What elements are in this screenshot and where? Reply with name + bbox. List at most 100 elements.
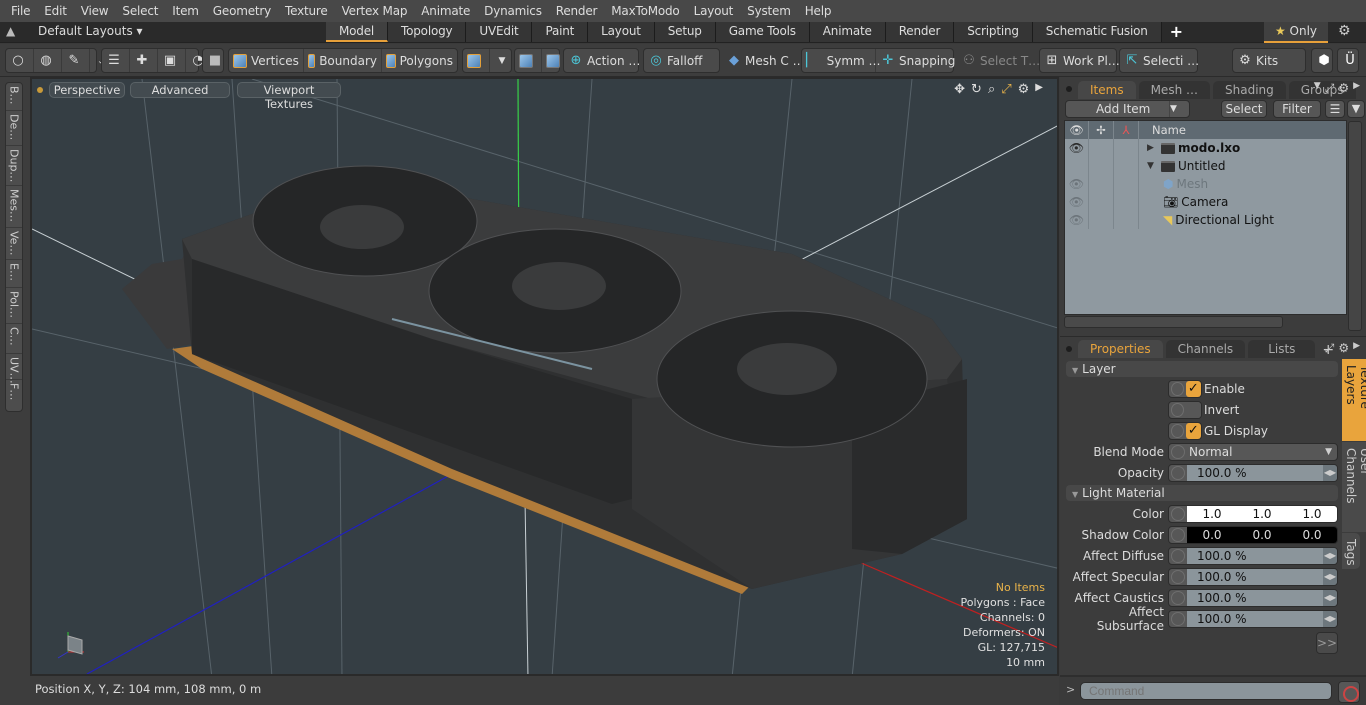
menu-vertex-map[interactable]: Vertex Map [335, 4, 415, 18]
menu-texture[interactable]: Texture [278, 4, 335, 18]
pan-icon[interactable]: ✥ [954, 82, 965, 97]
material-mode-icon[interactable] [463, 49, 490, 72]
affect-diffuse-value[interactable]: 100.0 % [1187, 548, 1323, 564]
vertices-button[interactable]: Vertices [229, 49, 304, 72]
tab-setup[interactable]: Setup [654, 22, 716, 42]
tool-tab-edge[interactable]: E… [6, 260, 22, 288]
slider-handle-icon[interactable]: ◀▶ [1323, 548, 1337, 564]
type-column-icon[interactable]: ⅄ [1114, 121, 1139, 139]
invert-checkbox[interactable] [1168, 401, 1202, 419]
unreal-icon[interactable]: Ü [1338, 49, 1365, 72]
menu-maxtomodo[interactable]: MaxToModo [604, 4, 686, 18]
viewport-options-dot[interactable] [37, 87, 43, 93]
record-macro-button[interactable] [1338, 681, 1360, 703]
panel-gear-icon[interactable]: ⚙ [1338, 81, 1349, 96]
tab-animate[interactable]: Animate [809, 22, 886, 42]
menu-layout[interactable]: Layout [687, 4, 741, 18]
tab-shading[interactable]: Shading [1213, 81, 1286, 99]
visibility-eye-icon[interactable]: 👁 [1069, 141, 1084, 155]
move-cross-icon[interactable]: ✚ [130, 49, 158, 72]
selection-sets-button[interactable]: ⇱ Selecti … [1120, 49, 1203, 72]
tabs-dropdown-icon[interactable]: ▼ [1314, 81, 1321, 96]
tool-tab-polygon[interactable]: Pol… [6, 288, 22, 324]
name-column-header[interactable]: Name [1139, 121, 1186, 139]
tab-mesh-ops[interactable]: Mesh … [1138, 81, 1210, 99]
tab-model[interactable]: Model [326, 22, 389, 42]
item-list-vscrollbar[interactable] [1348, 121, 1362, 331]
shadow-b[interactable]: 0.0 [1302, 527, 1321, 543]
blend-mode-select[interactable]: Normal ▼ [1168, 443, 1338, 461]
shadow-color-field[interactable]: 0.0 0.0 0.0 [1168, 526, 1338, 544]
frame-icon[interactable]: ▣ [158, 49, 186, 72]
action-button[interactable]: ⊕ Action … [564, 49, 644, 72]
more-properties-button[interactable]: >> [1316, 632, 1338, 654]
layer-section-header[interactable]: ▼ Layer [1066, 361, 1338, 377]
orbit-icon[interactable]: ↻ [971, 82, 982, 97]
lock-column-icon[interactable]: ✢ [1089, 121, 1114, 139]
tab-properties[interactable]: Properties [1078, 340, 1163, 358]
sphere-icon[interactable]: ◍ [34, 49, 62, 72]
viewport-gear-icon[interactable]: ⚙ [1018, 82, 1030, 97]
filter-button[interactable]: Filter [1273, 100, 1321, 118]
expand-panel-icon[interactable]: ⤢ [1325, 341, 1335, 356]
shading-mode-button[interactable]: Advanced [130, 82, 230, 98]
visibility-column-icon[interactable]: 👁 [1065, 121, 1089, 139]
zoom-icon[interactable]: ⌕ [988, 82, 995, 97]
shadow-g[interactable]: 0.0 [1252, 527, 1271, 543]
panel-arrow-icon[interactable]: ▶ [1353, 341, 1360, 356]
affect-specular-field[interactable]: 100.0 % ◀▶ [1168, 568, 1338, 586]
pen-icon[interactable]: ✎ [62, 49, 90, 72]
visibility-eye-icon[interactable]: 👁 [1069, 177, 1084, 191]
view-type-button[interactable]: Perspective [49, 82, 125, 98]
opacity-value[interactable]: 100.0 % [1187, 465, 1323, 481]
polygons-button[interactable]: Polygons [382, 49, 457, 72]
tool-tab-deform[interactable]: De… [6, 111, 22, 146]
menu-geometry[interactable]: Geometry [206, 4, 278, 18]
affect-subsurface-value[interactable]: 100.0 % [1187, 611, 1323, 627]
tool-tab-basic[interactable]: B… [6, 83, 22, 111]
circle-select-icon[interactable]: ○ [6, 49, 34, 72]
menu-render[interactable]: Render [549, 4, 605, 18]
tab-items[interactable]: Items [1078, 81, 1136, 99]
tab-topology[interactable]: Topology [388, 22, 467, 42]
affect-subsurface-field[interactable]: 100.0 % ◀▶ [1168, 610, 1338, 628]
symmetry-button[interactable]: ▏ Symm … [802, 49, 881, 72]
visibility-eye-icon[interactable]: 👁 [1069, 213, 1084, 227]
opacity-field[interactable]: 100.0 % ◀▶ [1168, 464, 1338, 482]
tool-tab-mesh[interactable]: Mes… [6, 186, 22, 228]
menu-select[interactable]: Select [115, 4, 165, 18]
tab-layout[interactable]: Layout [588, 22, 655, 42]
enable-checkbox[interactable]: ✓ [1168, 380, 1202, 398]
item-row-mesh[interactable]: 👁 ⬢ Mesh [1065, 175, 1346, 193]
only-button[interactable]: ★ Only [1264, 22, 1328, 43]
tab-paint[interactable]: Paint [532, 22, 589, 42]
expand-panel-icon[interactable]: ⤢ [1325, 81, 1335, 96]
add-item-dropdown-icon[interactable]: ▼ [1169, 101, 1189, 117]
menu-system[interactable]: System [740, 4, 798, 18]
work-plane-button[interactable]: ⊞ Work Pl… [1040, 49, 1124, 72]
item-row-directional-light[interactable]: 👁 ◥ Directional Light [1065, 211, 1346, 229]
menu-edit[interactable]: Edit [37, 4, 73, 18]
kits-button[interactable]: ⚙ Kits [1233, 49, 1282, 72]
slider-handle-icon[interactable]: ◀▶ [1323, 611, 1337, 627]
panel-dot-icon[interactable] [1066, 346, 1072, 352]
add-tab-icon[interactable]: + [1162, 22, 1191, 43]
affect-caustics-value[interactable]: 100.0 % [1187, 590, 1323, 606]
color-field[interactable]: 1.0 1.0 1.0 [1168, 505, 1338, 523]
slider-handle-icon[interactable]: ◀▶ [1323, 465, 1337, 481]
tab-scripting[interactable]: Scripting [954, 22, 1033, 42]
add-item-button[interactable]: Add Item ▼ [1065, 100, 1190, 118]
viewport-textures-button[interactable]: Viewport Textures [237, 82, 341, 111]
collapse-up-icon[interactable]: ▲ [6, 24, 18, 38]
visibility-eye-icon[interactable]: 👁 [1069, 195, 1084, 209]
tool-tab-uv[interactable]: UV… [6, 354, 22, 384]
affect-specular-value[interactable]: 100.0 % [1187, 569, 1323, 585]
color-b[interactable]: 1.0 [1302, 506, 1321, 522]
boundary-button[interactable]: Boundary [304, 49, 382, 72]
command-input[interactable] [1080, 682, 1332, 700]
color-g[interactable]: 1.0 [1252, 506, 1271, 522]
select-through-button[interactable]: ⚇ Select T… [957, 49, 1044, 72]
menu-dynamics[interactable]: Dynamics [477, 4, 549, 18]
mode-dropdown-icon[interactable]: ▼ [490, 49, 517, 72]
tab-schematic-fusion[interactable]: Schematic Fusion [1032, 22, 1162, 42]
